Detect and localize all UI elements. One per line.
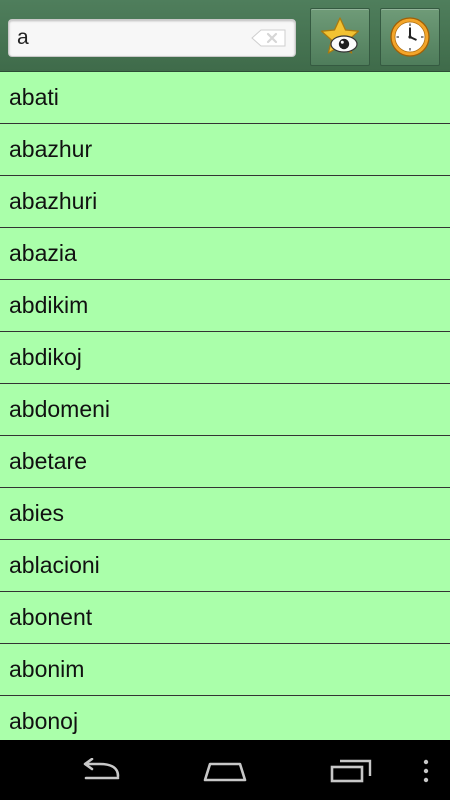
system-navigation-bar	[0, 740, 450, 800]
search-input[interactable]	[17, 24, 247, 52]
word-list-item[interactable]: abdikoj	[0, 332, 450, 384]
word-list-item[interactable]: abonent	[0, 592, 450, 644]
word-list-item[interactable]: abies	[0, 488, 450, 540]
word-list[interactable]: abati abazhur abazhuri abazia abdikim abdikoj…	[0, 72, 450, 740]
overflow-menu-icon[interactable]	[422, 758, 430, 784]
history-button[interactable]	[380, 8, 440, 66]
word-list-item[interactable]: abazhur	[0, 124, 450, 176]
word-list-item[interactable]: abetare	[0, 436, 450, 488]
search-box[interactable]	[8, 19, 296, 57]
word-list-item[interactable]: abati	[0, 72, 450, 124]
clock-icon	[390, 17, 430, 57]
word-list-item[interactable]: abonoj	[0, 696, 450, 740]
word-list-item[interactable]: abdikim	[0, 280, 450, 332]
word-list-item[interactable]: abazia	[0, 228, 450, 280]
word-list-item[interactable]: abonim	[0, 644, 450, 696]
favorites-button[interactable]	[310, 8, 370, 66]
back-arrow-icon[interactable]	[78, 758, 124, 784]
recent-apps-icon[interactable]	[328, 758, 374, 784]
word-list-item[interactable]: abdomeni	[0, 384, 450, 436]
clear-search-icon[interactable]	[251, 29, 287, 47]
star-eye-icon	[320, 17, 360, 54]
word-list-item[interactable]: ablacioni	[0, 540, 450, 592]
top-toolbar	[0, 0, 450, 72]
word-list-item[interactable]: abazhuri	[0, 176, 450, 228]
home-icon[interactable]	[200, 758, 250, 784]
